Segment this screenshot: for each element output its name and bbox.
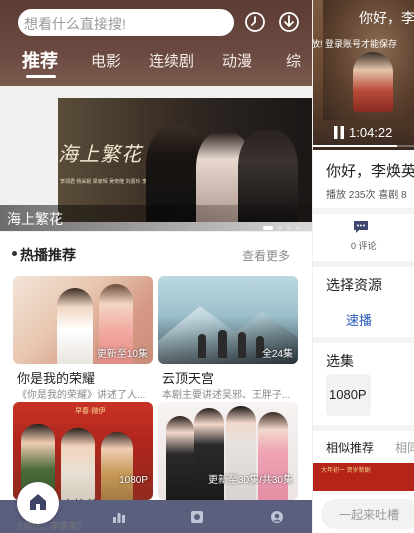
player-screen: 你好，李 放! 登录账号才能保存 1:04:22 你好，李焕英 播放 235次 … (312, 0, 414, 533)
episode-badge: 更新至10集 (96, 349, 148, 360)
episodes-label: 选集 (326, 353, 354, 369)
video-player[interactable]: 你好，李 放! 登录账号才能保存 1:04:22 (313, 0, 414, 150)
comment-count[interactable]: 0 评论 (351, 239, 377, 252)
home-icon (30, 494, 46, 510)
section-bullet (12, 251, 17, 256)
comment-icon[interactable] (353, 220, 369, 234)
tab-variety[interactable]: 综 (286, 50, 301, 71)
divider (313, 208, 414, 214)
section-title: 热播推荐 (20, 247, 76, 263)
search-input[interactable]: 想看什么直接搜! (18, 9, 234, 36)
tab-same[interactable]: 相同 (395, 439, 414, 456)
search-placeholder: 想看什么直接搜! (24, 16, 126, 32)
download-icon[interactable] (278, 11, 300, 33)
pause-icon[interactable] (333, 126, 345, 139)
rank-icon[interactable] (112, 510, 126, 524)
view-more-link[interactable]: 查看更多 (242, 247, 290, 264)
tab-recommend[interactable]: 推荐 (22, 47, 58, 73)
video-card[interactable]: 更新至10集 你是我的荣耀 《你是我的荣耀》讲述了人... (13, 276, 153, 404)
source-label: 选择资源 (326, 277, 382, 293)
comment-placeholder: 一起来吐槽 (339, 508, 400, 522)
progress-fill (313, 145, 397, 147)
card-art-text: 早春·微伊 (75, 408, 106, 415)
explore-icon[interactable] (190, 510, 204, 524)
video-figure (353, 52, 393, 112)
similar-thumbnail[interactable]: 大年初一 贺岁新剧 (313, 463, 414, 491)
episode-option[interactable]: 1080P (326, 374, 371, 416)
episode-badge: 全24集 (261, 349, 293, 360)
category-tabs: 推荐 电影 连续剧 动漫 综 (0, 44, 312, 84)
comment-input[interactable]: 一起来吐槽 (321, 499, 414, 529)
active-tab-indicator (26, 75, 56, 78)
divider (313, 425, 414, 431)
episode-badge: 更新至30集/共30集 (207, 475, 293, 486)
playback-time: 1:04:22 (349, 125, 393, 140)
video-name: 你好，李焕英 (326, 163, 414, 180)
banner-title: 海上繁花 (7, 211, 63, 227)
source-option[interactable]: 速播 (346, 310, 372, 329)
banner-caption: 海上繁花 (0, 205, 312, 231)
card-title: 云顶天宫 (162, 371, 215, 386)
carousel-dot[interactable] (296, 226, 300, 230)
profile-icon[interactable] (270, 510, 284, 524)
banner-image[interactable]: 海上繁花 李翊君 杨采妮 梁家辉 吴奇隆 刘嘉玲 李若彤 林心如 黄磊 (58, 98, 312, 222)
play-count: 播放 235次 喜剧 8 (326, 190, 407, 201)
card-description: 《你是我的荣耀》讲述了人... (17, 390, 146, 401)
card-thumbnail[interactable]: 更新至30集/共30集 (158, 402, 298, 500)
divider (313, 337, 414, 343)
tab-similar[interactable]: 相似推荐 (326, 439, 374, 456)
top-bar: 想看什么直接搜! 推荐 电影 连续剧 动漫 综 (0, 0, 312, 86)
progress-bar[interactable] (313, 145, 414, 147)
episode-option-label: 1080P (329, 387, 367, 402)
video-card[interactable]: 全24集 云顶天宫 本剧主要讲述吴邪、王胖子... (158, 276, 298, 404)
carousel-dots[interactable] (258, 217, 300, 235)
divider (313, 261, 414, 267)
tab-series[interactable]: 连续剧 (149, 50, 194, 71)
card-thumbnail[interactable]: 更新至10集 (13, 276, 153, 364)
home-button[interactable] (17, 482, 59, 524)
card-title: 你是我的荣耀 (17, 371, 96, 386)
tab-anime[interactable]: 动漫 (222, 50, 252, 71)
carousel-dot[interactable] (278, 226, 282, 230)
hot-section-header: 热播推荐 查看更多 (0, 238, 312, 266)
card-description-partial: 《你好，李焕英》 (14, 521, 87, 531)
video-title: 你好，李 (359, 10, 414, 26)
card-description: 本剧主要讲述吴邪、王胖子... (162, 390, 291, 401)
tab-movies[interactable]: 电影 (91, 50, 121, 71)
carousel-dot[interactable] (263, 226, 273, 230)
home-screen: 想看什么直接搜! 推荐 电影 连续剧 动漫 综 海上繁花 李翊君 杨采妮 梁家辉… (0, 0, 312, 533)
carousel-dot[interactable] (287, 226, 291, 230)
login-notice[interactable]: 放! 登录账号才能保存 (313, 37, 397, 50)
similar-thumbnail-text: 大年初一 贺岁新剧 (321, 468, 371, 474)
card-thumbnail[interactable]: 全24集 (158, 276, 298, 364)
quality-badge: 1080P (119, 475, 148, 486)
history-icon[interactable] (244, 11, 266, 33)
video-card[interactable]: 更新至30集/共30集 (158, 402, 298, 500)
